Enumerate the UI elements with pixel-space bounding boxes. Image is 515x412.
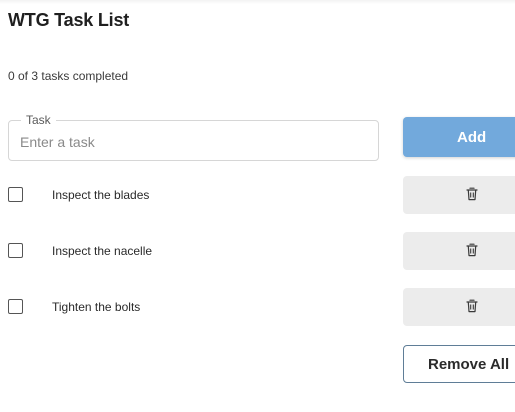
task-row: Tighten the bolts: [0, 288, 515, 328]
trash-icon: [466, 187, 478, 201]
task-text: Inspect the blades: [52, 188, 150, 202]
task-row: Inspect the blades: [0, 176, 515, 216]
task-checkbox[interactable]: [8, 187, 23, 202]
delete-task-button[interactable]: [403, 288, 515, 326]
task-checkbox[interactable]: [8, 243, 23, 258]
remove-all-button[interactable]: Remove All: [403, 345, 515, 383]
trash-icon: [466, 299, 478, 313]
task-input-label: Task: [21, 113, 56, 127]
add-task-button[interactable]: Add: [403, 117, 515, 157]
task-checkbox[interactable]: [8, 299, 23, 314]
page-title: WTG Task List: [8, 10, 130, 30]
task-text: Tighten the bolts: [52, 300, 141, 314]
trash-icon: [466, 243, 478, 257]
progress-text: 0 of 3 tasks completed: [8, 69, 129, 83]
delete-task-button[interactable]: [403, 232, 515, 270]
task-row: Inspect the nacelle: [0, 232, 515, 272]
task-text: Inspect the nacelle: [52, 244, 153, 258]
task-input-field[interactable]: Task: [8, 113, 379, 161]
task-input[interactable]: [20, 134, 360, 150]
header-strip: [0, 0, 515, 4]
delete-task-button[interactable]: [403, 176, 515, 214]
